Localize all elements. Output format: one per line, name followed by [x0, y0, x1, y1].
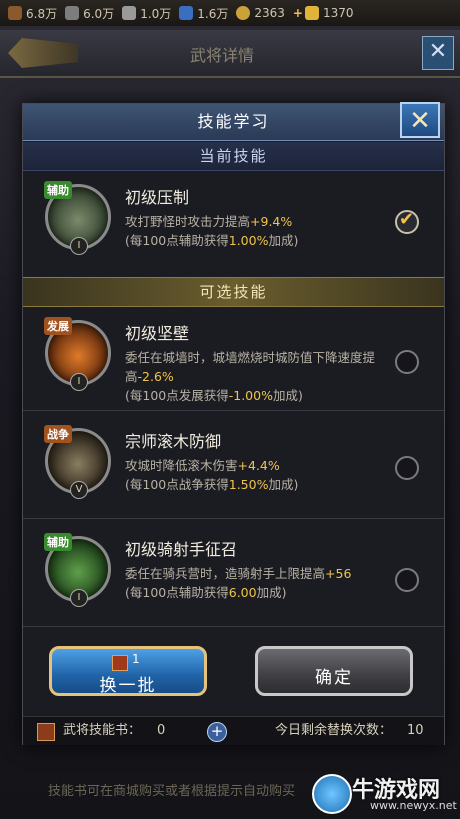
resource-value: 2363 — [254, 6, 285, 20]
skill-description: 攻打野怪时攻击力提高+9.4% (每100点辅助获得1.00%加成) — [125, 212, 405, 250]
confirm-button-label: 确定 — [315, 668, 353, 688]
desc-note-suffix: 加成) — [268, 477, 299, 492]
confirm-button[interactable]: 确定 — [255, 646, 413, 696]
skill-book-label: 武将技能书： — [63, 723, 142, 738]
background-close-icon[interactable]: ✕ — [422, 36, 454, 70]
desc-value: +4.4% — [237, 458, 280, 473]
watermark-url: www.newyx.net — [370, 799, 457, 812]
desc-note-value: 6.00 — [228, 585, 257, 600]
add-skill-book-button[interactable]: + — [207, 722, 227, 742]
watermark-logo-icon — [312, 774, 352, 814]
food-icon — [122, 6, 137, 20]
resource-coin: 2363 — [236, 6, 285, 20]
optional-skill-row[interactable]: 发展 I 初级坚壁 委任在城墙时，城墙燃烧时城防值下降速度提高-2.6% (每1… — [23, 306, 444, 411]
desc-note: (每100点辅助获得 — [125, 585, 229, 600]
skill-learning-dialog: 技能学习 ✕ 当前技能 辅助 I 初级压制 攻打野怪时攻击力提高+9.4% (每… — [22, 102, 445, 745]
resource-bar: 6.8万 6.0万 1.0万 1.6万 2363 + 1370 — [0, 0, 460, 26]
watermark: 牛游戏网 www.newyx.net — [312, 772, 457, 816]
skill-level: I — [70, 237, 88, 255]
skill-description: 攻城时降低滚木伤害+4.4% (每100点战争获得1.50%加成) — [125, 456, 405, 494]
resource-crystal: 1.6万 — [179, 5, 228, 22]
crystal-icon — [179, 6, 194, 20]
refresh-cost: 1 — [132, 652, 140, 666]
optional-skill-row[interactable]: 战争 V 宗师滚木防御 攻城时降低滚木伤害+4.4% (每100点战争获得1.5… — [23, 414, 444, 519]
resource-value: 1.0万 — [140, 6, 172, 21]
coin-icon — [236, 6, 251, 20]
desc-note-suffix: 加成) — [256, 585, 287, 600]
dialog-title: 技能学习 — [23, 104, 444, 141]
skill-select-checkbox[interactable] — [395, 568, 419, 592]
desc-note-value: 1.50% — [228, 477, 269, 492]
desc-note: (每100点发展获得 — [125, 388, 229, 403]
skill-badge: 战争 — [44, 425, 72, 443]
skill-description: 委任在骑兵营时，造骑射手上限提高+56 (每100点辅助获得6.00加成) — [125, 564, 405, 602]
desc-text: 攻打野怪时攻击力提高 — [125, 214, 251, 229]
skill-icon-horse-archer: 辅助 I — [44, 533, 111, 607]
refresh-button-label: 换一批 — [99, 676, 157, 696]
desc-note-value: 1.00% — [228, 233, 269, 248]
resource-value: 6.0万 — [83, 6, 115, 21]
resource-wood: 6.8万 — [8, 5, 57, 22]
skill-level: V — [70, 481, 88, 499]
skill-badge: 发展 — [44, 317, 72, 335]
skill-book-icon — [37, 723, 55, 741]
wood-icon — [8, 6, 22, 20]
desc-value: +9.4% — [250, 214, 293, 229]
skill-badge: 辅助 — [44, 533, 72, 551]
desc-note: (每100点战争获得 — [125, 477, 229, 492]
desc-value: +56 — [325, 566, 352, 581]
skill-level: I — [70, 373, 88, 391]
close-icon[interactable]: ✕ — [400, 102, 440, 138]
skill-name: 初级骑射手征召 — [125, 540, 238, 559]
skill-icon-suppress: 辅助 I — [44, 181, 111, 255]
skill-badge: 辅助 — [44, 181, 72, 199]
dialog-footer: 武将技能书： 0 + 今日剩余替换次数： 10 — [23, 716, 444, 745]
skill-select-checkbox[interactable] — [395, 350, 419, 374]
skill-icon-rolling-log: 战争 V — [44, 425, 111, 499]
remaining-label: 今日剩余替换次数： — [275, 723, 393, 738]
skill-name: 初级坚壁 — [125, 324, 190, 343]
skill-book-icon — [112, 655, 128, 671]
skill-level: I — [70, 589, 88, 607]
skill-name: 初级压制 — [125, 188, 190, 207]
refresh-button[interactable]: 1 换一批 — [49, 646, 207, 696]
optional-skill-row[interactable]: 辅助 I 初级骑射手征召 委任在骑兵营时，造骑射手上限提高+56 (每100点辅… — [23, 522, 444, 627]
background-hint: 技能书可在商城购买或者根据提示自动购买 — [48, 784, 296, 799]
resource-food: 1.0万 — [122, 5, 171, 22]
remaining-value: 10 — [407, 723, 424, 738]
desc-text: 攻城时降低滚木伤害 — [125, 458, 238, 473]
desc-note-value: -1.00% — [228, 388, 273, 403]
desc-note-suffix: 加成) — [268, 233, 299, 248]
resource-value: 1.6万 — [197, 6, 229, 21]
skill-book-count: 0 — [157, 723, 166, 738]
skill-select-checkbox[interactable] — [395, 456, 419, 480]
iron-icon — [65, 6, 80, 20]
resource-value: 1370 — [322, 6, 354, 20]
resource-iron: 6.0万 — [65, 5, 114, 22]
skill-icon-firm-wall: 发展 I — [44, 317, 111, 391]
desc-note-suffix: 加成) — [272, 388, 303, 403]
resource-value: 6.8万 — [26, 6, 58, 21]
desc-note: (每100点辅助获得 — [125, 233, 229, 248]
skill-select-checkbox[interactable] — [395, 209, 419, 234]
add-gold-button[interactable]: + — [293, 6, 303, 20]
section-optional-skills: 可选技能 — [23, 277, 444, 307]
section-current-skill: 当前技能 — [23, 142, 444, 171]
background-title: 武将详情 — [190, 46, 255, 65]
gold-ingot-icon — [304, 6, 319, 20]
desc-value: -2.6% — [137, 369, 174, 384]
desc-text: 委任在骑兵营时，造骑射手上限提高 — [125, 566, 326, 581]
skill-name: 宗师滚木防御 — [125, 432, 222, 451]
skill-description: 委任在城墙时，城墙燃烧时城防值下降速度提高-2.6% (每100点发展获得-1.… — [125, 348, 405, 405]
current-skill-row[interactable]: 辅助 I 初级压制 攻打野怪时攻击力提高+9.4% (每100点辅助获得1.00… — [23, 170, 444, 274]
resource-gold[interactable]: + 1370 — [293, 6, 354, 20]
